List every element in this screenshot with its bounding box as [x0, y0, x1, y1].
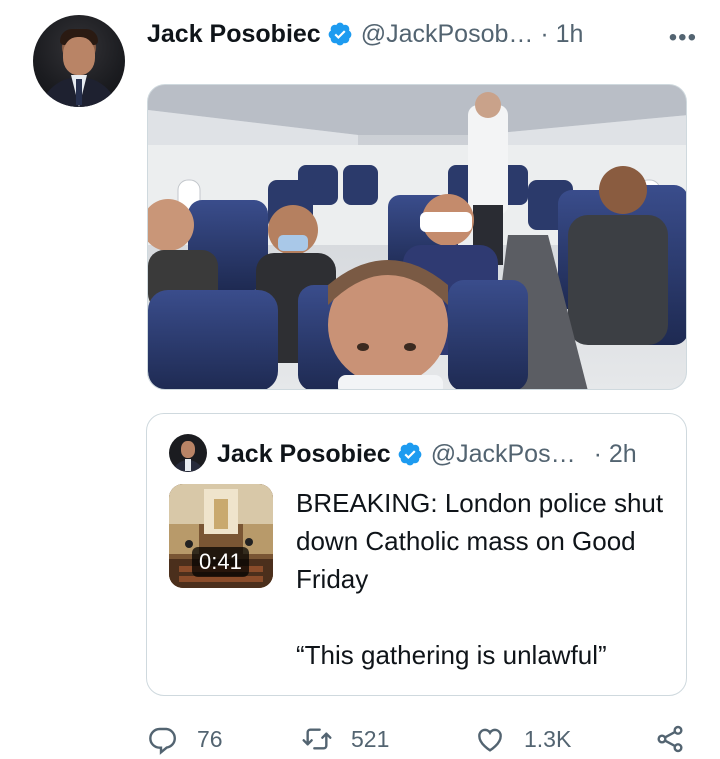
tweet-actions: 76 521 1.3K	[0, 715, 720, 759]
quoted-author-handle: @JackPos…	[430, 439, 576, 468]
verified-badge-icon	[398, 442, 422, 466]
verified-badge-icon	[328, 22, 352, 46]
retweet-button[interactable]: 521	[301, 723, 389, 755]
quoted-author-avatar	[169, 434, 207, 472]
tweet-photo[interactable]	[147, 84, 687, 390]
quoted-text-line2: “This gathering is unlawful”	[296, 640, 607, 670]
reply-button[interactable]: 76	[147, 723, 223, 755]
author-name[interactable]: Jack Posobiec	[147, 20, 321, 49]
reply-icon	[149, 727, 176, 755]
author-handle-time[interactable]: @JackPosob… · 1h	[361, 20, 584, 49]
avatar-shirt	[185, 459, 191, 471]
video-duration-badge: 0:41	[192, 547, 249, 577]
quoted-tweet-text: BREAKING: London police shut down Cathol…	[296, 484, 671, 674]
avatar-face	[181, 441, 195, 458]
retweet-icon	[302, 728, 332, 750]
quoted-text-line1: BREAKING: London police shut down Cathol…	[296, 488, 671, 594]
like-icon	[478, 728, 502, 752]
avatar-face	[63, 37, 95, 75]
quoted-tweet[interactable]: Jack Posobiec @JackPos… · 2h 0:41 BREAKI…	[146, 413, 687, 696]
quoted-time: · 2h	[593, 439, 637, 468]
avatar-tie	[76, 79, 82, 105]
share-icon	[657, 725, 683, 753]
tweet-header: Jack Posobiec @JackPosob… · 1h •••	[147, 14, 697, 54]
quoted-tweet-header: Jack Posobiec @JackPos… · 2h	[217, 436, 687, 472]
like-button[interactable]: 1.3K	[474, 723, 571, 755]
reply-count: 76	[197, 725, 223, 752]
quoted-author-name: Jack Posobiec	[217, 439, 391, 468]
like-count: 1.3K	[524, 725, 572, 752]
author-avatar[interactable]	[33, 15, 125, 107]
retweet-count: 521	[351, 725, 390, 752]
more-icon[interactable]: •••	[669, 24, 697, 52]
airplane-cabin-image	[148, 85, 686, 389]
share-button[interactable]	[654, 723, 686, 755]
